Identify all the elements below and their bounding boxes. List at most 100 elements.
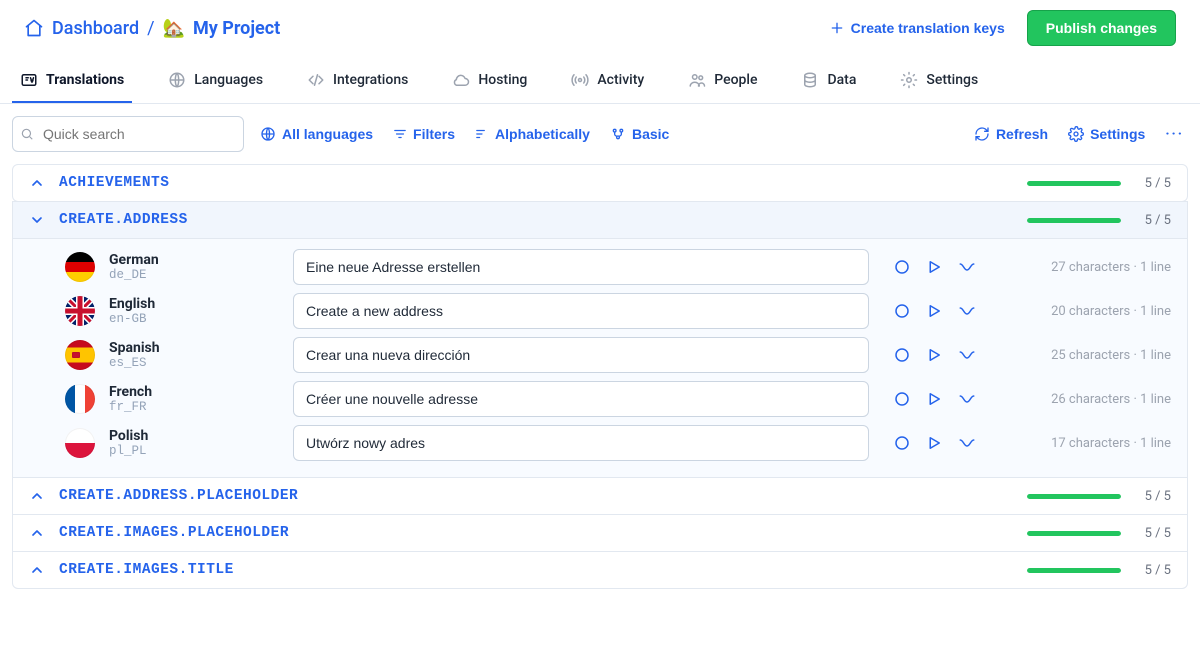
search-input[interactable] — [12, 116, 244, 152]
progress: 5 / 5 — [1027, 563, 1171, 578]
view-dropdown[interactable]: Basic — [606, 120, 673, 148]
translation-row: French fr_FR 26 characters · 1 line — [65, 381, 1171, 417]
play-icon[interactable] — [925, 302, 943, 320]
tab-data[interactable]: Data — [793, 59, 864, 103]
filters-dropdown[interactable]: Filters — [389, 120, 459, 148]
language-label: Spanish es_ES — [109, 340, 279, 371]
refresh-button[interactable]: Refresh — [970, 120, 1052, 148]
languages-dropdown[interactable]: All languages — [256, 120, 377, 148]
play-icon[interactable] — [925, 434, 943, 452]
key-group: CREATE.IMAGES.PLACEHOLDER 5 / 5 — [12, 514, 1188, 552]
key-group-header[interactable]: CREATE.ADDRESS 5 / 5 — [13, 202, 1187, 238]
translation-row: English en-GB 20 characters · 1 line — [65, 293, 1171, 329]
progress: 5 / 5 — [1027, 213, 1171, 228]
circle-icon[interactable] — [893, 258, 911, 276]
search-icon — [20, 127, 34, 141]
translation-input[interactable] — [293, 337, 869, 373]
flag-icon — [65, 296, 95, 326]
play-icon[interactable] — [925, 346, 943, 364]
tab-bar: Translations Languages Integrations Hosting… — [0, 59, 1200, 104]
plus-icon — [829, 20, 845, 36]
view-icon — [610, 126, 626, 142]
translation-row: Polish pl_PL 17 characters · 1 line — [65, 425, 1171, 461]
flag-icon — [65, 384, 95, 414]
swap-icon[interactable] — [957, 390, 977, 408]
publish-changes-button[interactable]: Publish changes — [1027, 10, 1176, 46]
tab-label: Settings — [926, 72, 978, 88]
char-count: 27 characters · 1 line — [991, 260, 1171, 275]
progress: 5 / 5 — [1027, 526, 1171, 541]
key-name: CREATE.ADDRESS — [59, 212, 188, 228]
key-group-header[interactable]: CREATE.ADDRESS.PLACEHOLDER 5 / 5 — [13, 478, 1187, 514]
language-label: French fr_FR — [109, 384, 279, 415]
tab-activity[interactable]: Activity — [563, 59, 652, 103]
language-label: Polish pl_PL — [109, 428, 279, 459]
key-group: CREATE.ADDRESS.PLACEHOLDER 5 / 5 — [12, 477, 1188, 515]
filter-icon — [393, 127, 407, 141]
breadcrumb-separator: / — [147, 18, 154, 39]
translation-input[interactable] — [293, 293, 869, 329]
swap-icon[interactable] — [957, 258, 977, 276]
translations-icon — [20, 71, 38, 89]
breadcrumb: Dashboard / 🏡 My Project — [24, 18, 280, 39]
tab-settings[interactable]: Settings — [892, 59, 986, 103]
circle-icon[interactable] — [893, 434, 911, 452]
create-translation-keys-button[interactable]: Create translation keys — [819, 12, 1015, 44]
tab-integrations[interactable]: Integrations — [299, 59, 416, 103]
translation-input[interactable] — [293, 425, 869, 461]
sort-dropdown[interactable]: Alphabetically — [471, 120, 594, 148]
key-group-header[interactable]: CREATE.IMAGES.PLACEHOLDER 5 / 5 — [13, 515, 1187, 551]
key-group-header[interactable]: ACHIEVEMENTS 5 / 5 — [13, 165, 1187, 201]
progress-text: 5 / 5 — [1131, 213, 1171, 228]
language-code: en-GB — [109, 312, 279, 326]
tab-translations[interactable]: Translations — [12, 59, 132, 103]
chevron-up-icon — [29, 562, 45, 578]
broadcast-icon — [571, 71, 589, 89]
circle-icon[interactable] — [893, 390, 911, 408]
key-group-header[interactable]: CREATE.IMAGES.TITLE 5 / 5 — [13, 552, 1187, 588]
play-icon[interactable] — [925, 258, 943, 276]
swap-icon[interactable] — [957, 346, 977, 364]
tab-people[interactable]: People — [680, 59, 765, 103]
swap-icon[interactable] — [957, 302, 977, 320]
chevron-up-icon — [29, 488, 45, 504]
key-name: CREATE.IMAGES.PLACEHOLDER — [59, 525, 289, 541]
language-code: fr_FR — [109, 400, 279, 414]
language-label: English en-GB — [109, 296, 279, 327]
key-name: CREATE.IMAGES.TITLE — [59, 562, 234, 578]
play-icon[interactable] — [925, 390, 943, 408]
tab-label: Integrations — [333, 72, 408, 88]
flag-icon — [65, 252, 95, 282]
project-name[interactable]: My Project — [193, 18, 280, 39]
tab-hosting[interactable]: Hosting — [444, 59, 535, 103]
globe-icon — [260, 126, 276, 142]
language-name: Spanish — [109, 340, 279, 357]
language-code: pl_PL — [109, 444, 279, 458]
key-name: CREATE.ADDRESS.PLACEHOLDER — [59, 488, 298, 504]
chevron-down-icon — [29, 212, 45, 228]
progress-text: 5 / 5 — [1131, 176, 1171, 191]
circle-icon[interactable] — [893, 346, 911, 364]
language-name: Polish — [109, 428, 279, 445]
translation-row: German de_DE 27 characters · 1 line — [65, 249, 1171, 285]
language-code: de_DE — [109, 268, 279, 282]
tab-languages[interactable]: Languages — [160, 59, 271, 103]
circle-icon[interactable] — [893, 302, 911, 320]
settings-button[interactable]: Settings — [1064, 120, 1149, 148]
progress-text: 5 / 5 — [1131, 489, 1171, 504]
project-emoji: 🏡 — [163, 18, 185, 39]
breadcrumb-dashboard-link[interactable]: Dashboard — [52, 18, 139, 39]
progress-text: 5 / 5 — [1131, 563, 1171, 578]
char-count: 17 characters · 1 line — [991, 436, 1171, 451]
more-menu-button[interactable]: ··· — [1161, 126, 1188, 142]
globe-icon — [168, 71, 186, 89]
key-list: ACHIEVEMENTS 5 / 5 CREATE.ADDRESS 5 / 5 … — [0, 164, 1200, 651]
tab-label: Languages — [194, 72, 263, 88]
swap-icon[interactable] — [957, 434, 977, 452]
chevron-up-icon — [29, 525, 45, 541]
translation-input[interactable] — [293, 381, 869, 417]
translation-input[interactable] — [293, 249, 869, 285]
tab-label: Data — [827, 72, 856, 88]
language-name: German — [109, 252, 279, 269]
translation-row: Spanish es_ES 25 characters · 1 line — [65, 337, 1171, 373]
